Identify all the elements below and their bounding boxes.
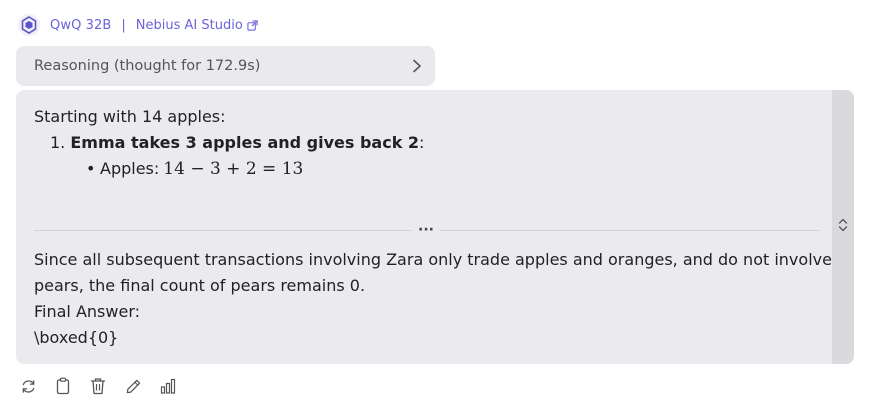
intro-text: Starting with 14 apples: (34, 107, 226, 126)
message-header: QwQ 32B | Nebius AI Studio (18, 14, 258, 36)
reasoning-toggle[interactable]: Reasoning (thought for 172.9s) (16, 46, 435, 86)
message-content: Starting with 14 apples: 1. Emma takes 3… (34, 104, 820, 182)
message-actions (19, 376, 177, 396)
edit-icon[interactable] (124, 376, 142, 396)
chevron-right-icon[interactable] (411, 59, 423, 73)
answer-line: pears, the final count of pears remains … (34, 276, 366, 295)
answer-line: \boxed{0} (34, 328, 119, 347)
math-expression: 14 − 3 + 2 = 13 (163, 159, 304, 179)
answer-line: Final Answer: (34, 302, 140, 321)
list-item: 1. Emma takes 3 apples and gives back 2: (34, 130, 820, 156)
header-separator: | (121, 17, 126, 33)
qwen-logo-icon (18, 14, 40, 36)
answer-block: Since all subsequent transactions involv… (34, 247, 832, 351)
list-number: 1. (50, 133, 66, 152)
bullet-item: • Apples: 14 − 3 + 2 = 13 (34, 156, 820, 182)
regenerate-icon[interactable] (19, 376, 37, 396)
external-link-icon[interactable] (247, 19, 258, 31)
provider-link[interactable]: Nebius AI Studio (136, 18, 258, 33)
bullet-dot: • (86, 159, 96, 178)
model-name: QwQ 32B (50, 17, 112, 33)
more-dots-icon[interactable]: ··· (412, 222, 440, 238)
bullet-label: Apples: (100, 159, 160, 178)
assistant-message: Starting with 14 apples: 1. Emma takes 3… (16, 90, 854, 364)
list-item-colon: : (419, 133, 425, 152)
copy-icon[interactable] (54, 376, 72, 396)
stats-icon[interactable] (159, 376, 177, 396)
list-item-bold: Emma takes 3 apples and gives back 2 (70, 133, 420, 152)
expand-vertical-icon[interactable] (837, 217, 849, 237)
expand-rail[interactable] (832, 90, 854, 364)
provider-name[interactable]: Nebius AI Studio (136, 18, 243, 33)
delete-icon[interactable] (89, 376, 107, 396)
chat-page: QwQ 32B | Nebius AI Studio Reasoning (th… (0, 0, 871, 409)
answer-line: Since all subsequent transactions involv… (34, 250, 832, 269)
reasoning-label: Reasoning (thought for 172.9s) (34, 58, 261, 74)
